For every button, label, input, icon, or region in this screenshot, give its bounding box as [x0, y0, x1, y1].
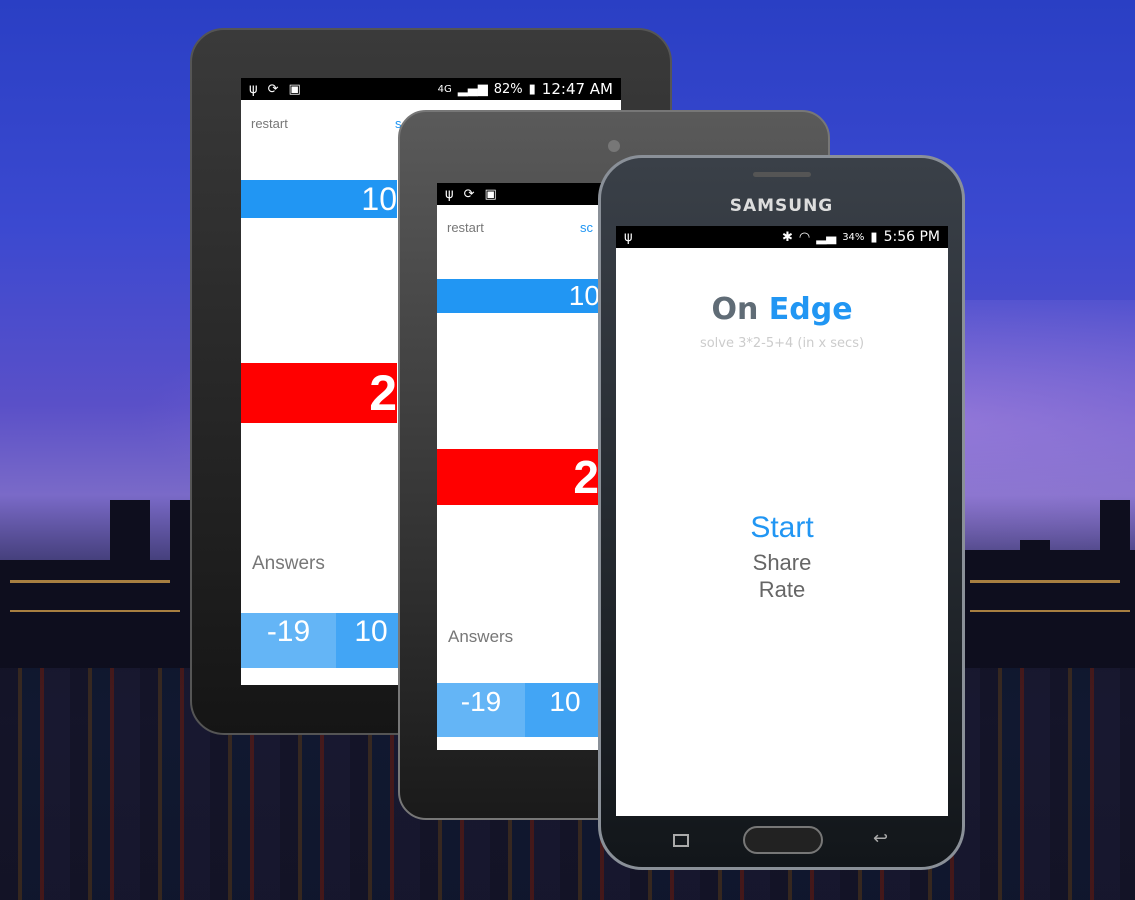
equation-bar: 10	[241, 180, 397, 218]
app-title: On Edge	[616, 292, 948, 327]
signal-icon: ▂▄	[816, 229, 837, 245]
recent-apps-icon[interactable]	[673, 834, 689, 847]
phone: SAMSUNG ψ ✱ ◠ ▂▄ 34% ▮ 5:56 PM On Edge solve …	[598, 155, 965, 870]
answer-tile[interactable]: 10	[336, 613, 406, 668]
status-bar: ψ ⟳ ▣ 4G ▂▄▆ 82% ▮ 12:47 AM	[241, 78, 621, 100]
share-button[interactable]: Share	[616, 550, 948, 576]
answer-tile[interactable]: -19	[437, 683, 525, 737]
title-on: On	[711, 292, 759, 327]
start-button[interactable]: Start	[616, 511, 948, 545]
battery-icon: ▮	[870, 229, 878, 245]
answers-label: Answers	[448, 627, 514, 646]
usb-icon: ψ	[624, 229, 633, 245]
wifi-icon: ◠	[798, 229, 811, 245]
battery-percent: 34%	[842, 231, 865, 243]
answer-tile[interactable]: -19	[241, 613, 336, 668]
usb-icon: ψ	[445, 186, 454, 202]
clock: 12:47 AM	[541, 80, 613, 98]
sync-icon: ⟳	[463, 186, 475, 202]
clock: 5:56 PM	[883, 229, 940, 245]
home-button[interactable]	[743, 826, 823, 854]
usb-icon: ψ	[249, 81, 258, 97]
store-icon: ▣	[484, 186, 497, 202]
result-bar: 2	[241, 363, 397, 423]
score-label: sc	[580, 220, 593, 235]
store-icon: ▣	[288, 81, 301, 97]
signal-icon: ▂▄▆	[457, 81, 488, 97]
bluetooth-icon: ✱	[781, 229, 793, 245]
camera-icon	[608, 140, 620, 152]
battery-percent: 82%	[493, 81, 523, 97]
brand-logo: SAMSUNG	[729, 196, 834, 216]
status-bar: ψ ✱ ◠ ▂▄ 34% ▮ 5:56 PM	[616, 226, 948, 248]
battery-icon: ▮	[528, 81, 536, 97]
app-subtitle: solve 3*2-5+4 (in x secs)	[699, 336, 865, 351]
answer-tile[interactable]: 10	[525, 683, 605, 737]
speaker-grille	[753, 172, 811, 177]
restart-button[interactable]: restart	[447, 220, 484, 235]
sync-icon: ⟳	[267, 81, 279, 97]
restart-button[interactable]: restart	[251, 116, 288, 131]
network-label: 4G	[437, 83, 452, 95]
equation-bar: 10 -	[437, 279, 617, 313]
answers-label: Answers	[252, 553, 325, 574]
back-icon[interactable]: ↩	[873, 828, 888, 849]
result-bar: 2	[437, 449, 599, 505]
rate-button[interactable]: Rate	[616, 577, 948, 603]
phone-screen: ψ ✱ ◠ ▂▄ 34% ▮ 5:56 PM On Edge solve 3*2-5+4 …	[616, 226, 948, 816]
title-edge: Edge	[768, 292, 853, 327]
